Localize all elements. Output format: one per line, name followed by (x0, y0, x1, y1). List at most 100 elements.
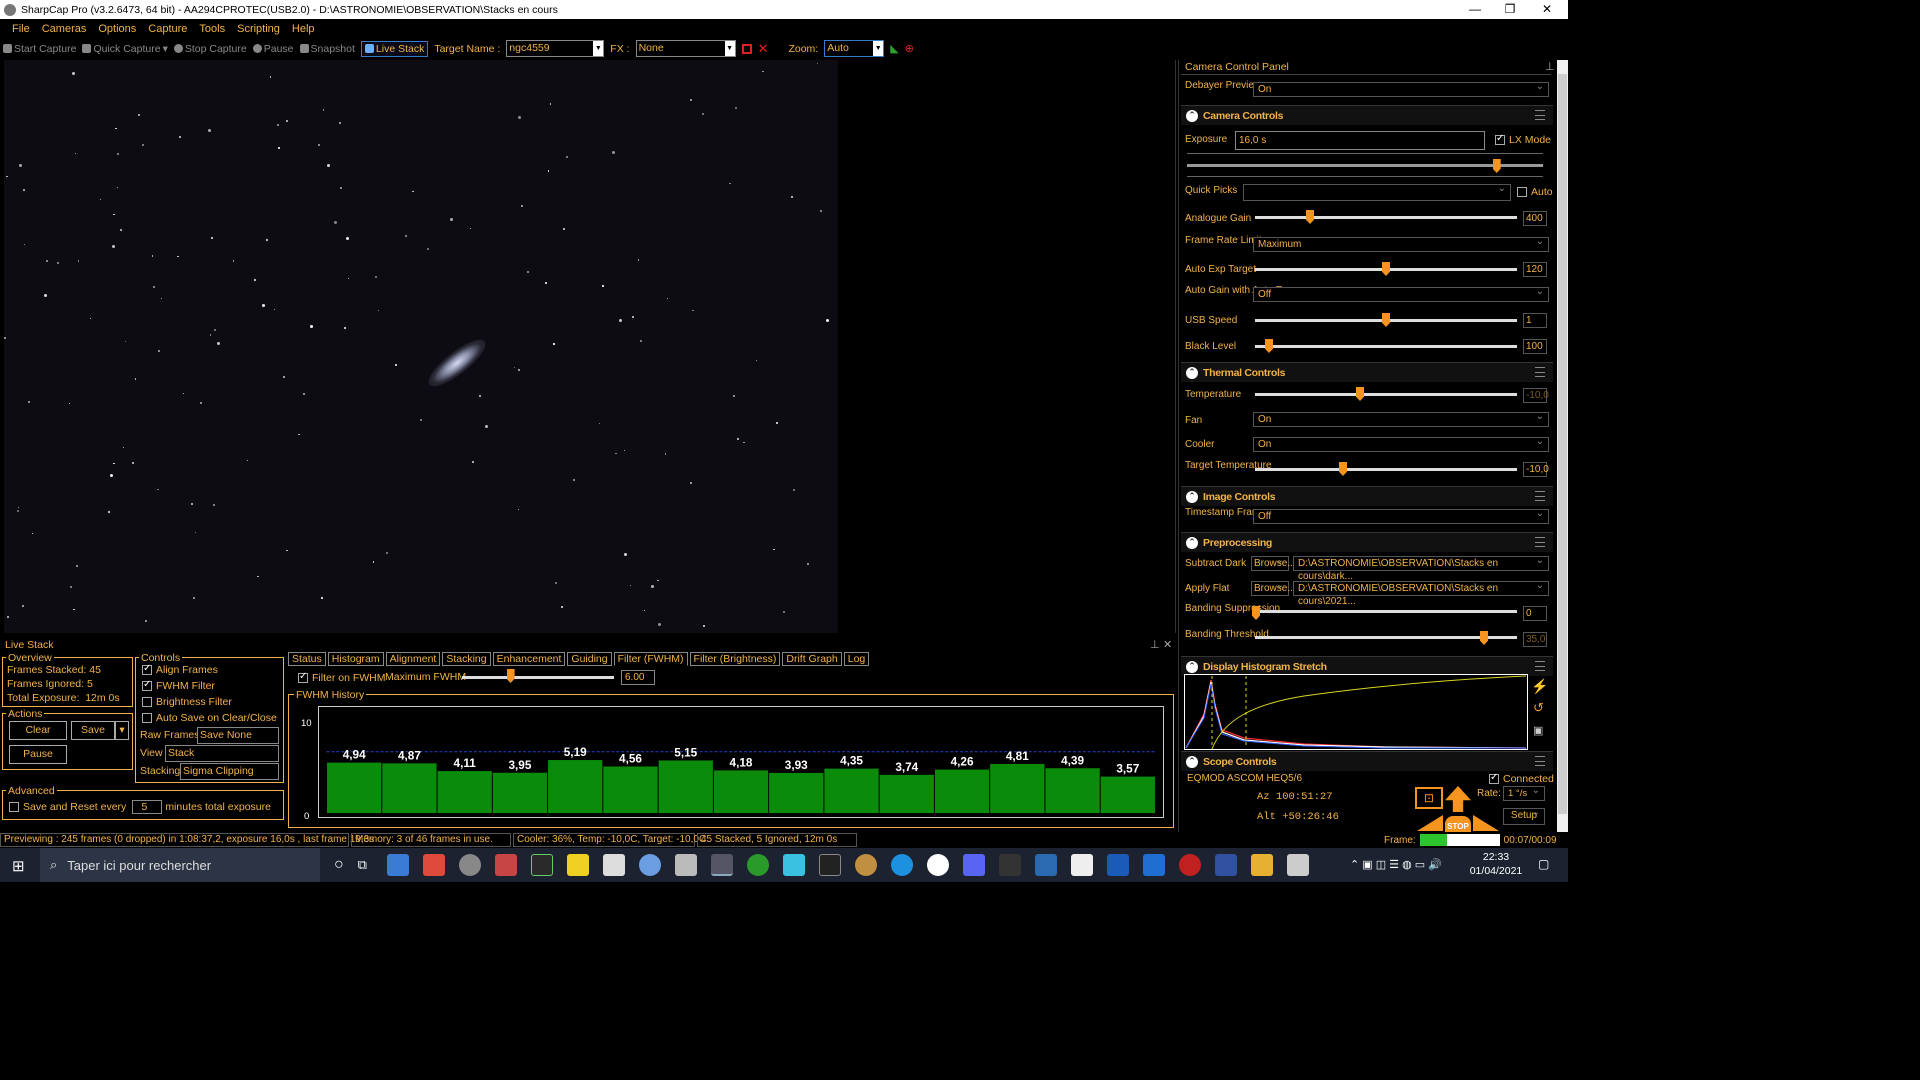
exposure-slider[interactable] (1187, 164, 1543, 167)
menu-icon[interactable] (1535, 110, 1545, 120)
live-stack-button[interactable]: Live Stack (360, 40, 429, 57)
tab-status[interactable]: Status (288, 652, 326, 666)
menu-cameras[interactable]: Cameras (36, 23, 93, 35)
sticky-notes-icon[interactable] (566, 854, 589, 876)
connected-checkbox[interactable] (1489, 772, 1499, 784)
start-capture-button[interactable]: Start Capture (3, 43, 76, 55)
gmail-icon[interactable] (422, 854, 445, 876)
pin-icon[interactable]: ⊥ (1150, 638, 1160, 651)
banding-suppression-slider-thumb[interactable] (1252, 606, 1260, 620)
preprocessing-header[interactable]: ⌃ Preprocessing (1181, 532, 1553, 552)
chevron-down-icon[interactable]: ▼ (724, 41, 735, 56)
file-explorer-icon[interactable] (1250, 854, 1273, 876)
app-icon-12[interactable] (782, 854, 805, 876)
app-icon-4[interactable] (494, 854, 517, 876)
taskbar-clock[interactable]: 22:33 01/04/2021 (1466, 850, 1526, 878)
banding-suppression-slider[interactable] (1255, 610, 1517, 613)
reset-icon[interactable]: ↺ (1533, 700, 1544, 716)
maximize-button[interactable]: ❐ (1493, 0, 1527, 19)
tab-guiding[interactable]: Guiding (567, 652, 612, 666)
sharpcap-taskbar-icon[interactable] (710, 854, 733, 876)
app-icon-16[interactable] (926, 854, 949, 876)
timestamp-select[interactable]: Off (1253, 507, 1549, 524)
notification-icon[interactable]: ▢ (1538, 857, 1549, 871)
menu-icon[interactable] (1535, 537, 1545, 547)
histogram-stretch-graph[interactable] (1184, 674, 1528, 750)
apply-flat-browse-button[interactable]: Browse... (1251, 579, 1296, 596)
brightness-filter-checkbox[interactable] (142, 697, 152, 707)
chevron-down-icon[interactable]: ▼ (873, 41, 884, 56)
snapshot-button[interactable]: Snapshot (299, 43, 355, 55)
target-name-input[interactable]: ngc4559 ▼ (506, 40, 605, 57)
tab-alignment[interactable]: Alignment (385, 652, 441, 666)
histogram-icon[interactable]: ◣ (890, 42, 898, 55)
banding-suppression-input[interactable]: 0 (1523, 606, 1547, 621)
histogram-stretch-header[interactable]: ⌃ Display Histogram Stretch (1181, 656, 1553, 676)
app-icon-19[interactable] (1034, 854, 1057, 876)
thermal-controls-header[interactable]: ⌃ Thermal Controls (1181, 362, 1553, 382)
save-reset-input[interactable]: 5 (132, 800, 163, 814)
save-icon[interactable]: ▣ (1533, 724, 1543, 737)
zoom-select[interactable]: Auto ▼ (824, 40, 885, 57)
banding-threshold-slider[interactable] (1255, 636, 1517, 639)
apply-flat-select[interactable]: D:\ASTRONOMIE\OBSERVATION\Stacks en cour… (1293, 579, 1549, 607)
menu-capture[interactable]: Capture (142, 23, 193, 35)
app-icon-24[interactable] (1214, 854, 1237, 876)
rate-select[interactable]: 1 °/s (1503, 784, 1545, 801)
fx-select[interactable]: None ▼ (635, 40, 736, 57)
stop-button[interactable]: STOP (1445, 816, 1471, 832)
filter-fwhm-checkbox[interactable] (298, 671, 308, 683)
discord-icon[interactable] (962, 854, 985, 876)
app-icon-11[interactable] (746, 854, 769, 876)
max-fwhm-input[interactable]: 6.00 (621, 670, 655, 685)
app-icon-23[interactable] (1178, 854, 1201, 876)
app-icon-13[interactable] (818, 854, 841, 876)
quick-capture-button[interactable]: Quick Capture ▾ (82, 43, 168, 55)
cortana-icon[interactable]: ○ (334, 856, 344, 874)
record-icon[interactable] (741, 43, 752, 54)
north-arrow-icon[interactable] (1445, 786, 1471, 812)
tab-enhancement[interactable]: Enhancement (492, 652, 566, 666)
pause-button[interactable]: Pause (252, 43, 294, 55)
app-icon-5[interactable] (530, 854, 553, 876)
image-controls-header[interactable]: ⌃ Image Controls (1181, 486, 1553, 506)
tab-histogram[interactable]: Histogram (327, 652, 384, 666)
task-view-icon[interactable]: ⧉ (358, 857, 367, 873)
park-icon[interactable]: ⊡ (1415, 787, 1443, 809)
cooler-select[interactable]: On (1253, 435, 1549, 452)
scope-controls-header[interactable]: ⌃ Scope Controls (1181, 751, 1553, 771)
app-icon-26[interactable] (1286, 854, 1309, 876)
menu-file[interactable]: File (6, 23, 36, 35)
menu-options[interactable]: Options (92, 23, 142, 35)
frame-rate-select[interactable]: Maximum (1253, 235, 1549, 252)
app-icon-14[interactable] (854, 854, 877, 876)
mail-icon[interactable] (386, 854, 409, 876)
fwhm-filter-checkbox[interactable] (142, 679, 152, 691)
image-viewport[interactable] (0, 60, 1176, 633)
subtract-dark-browse-button[interactable]: Browse... (1251, 554, 1296, 571)
analogue-gain-input[interactable]: 400 (1523, 211, 1547, 226)
stacking-select[interactable]: Sigma Clipping (180, 763, 279, 780)
banding-threshold-input[interactable]: 35,0 (1523, 632, 1547, 647)
taskbar-search-box[interactable]: ⌕ Taper ici pour rechercher (40, 848, 320, 882)
black-level-slider[interactable] (1255, 345, 1517, 348)
stop-capture-button[interactable]: Stop Capture (173, 43, 247, 55)
zoom-icon[interactable]: ⊕ (905, 42, 914, 55)
camera-controls-header[interactable]: ⌃ Camera Controls (1181, 105, 1553, 125)
menu-help[interactable]: Help (286, 23, 321, 35)
max-fwhm-slider[interactable] (462, 676, 614, 679)
menu-icon[interactable] (1535, 661, 1545, 671)
auto-save-checkbox[interactable] (142, 713, 152, 723)
usb-speed-input[interactable]: 1 (1523, 313, 1547, 328)
exposure-slider-thumb[interactable] (1492, 159, 1501, 173)
tab-filter-brightness[interactable]: Filter (Brightness) (689, 652, 781, 666)
close-icon[interactable]: ✕ (1163, 638, 1172, 651)
app-icon-9[interactable] (674, 854, 697, 876)
tab-stacking[interactable]: Stacking (442, 652, 491, 666)
app-icon-18[interactable] (998, 854, 1021, 876)
auto-gain-select[interactable]: Off (1253, 285, 1549, 302)
raw-frames-select[interactable]: Save None (197, 727, 279, 744)
fan-select[interactable]: On (1253, 410, 1549, 427)
exposure-input[interactable]: 16,0 s (1235, 131, 1485, 150)
pin-icon[interactable]: ⊥ (1545, 60, 1555, 73)
